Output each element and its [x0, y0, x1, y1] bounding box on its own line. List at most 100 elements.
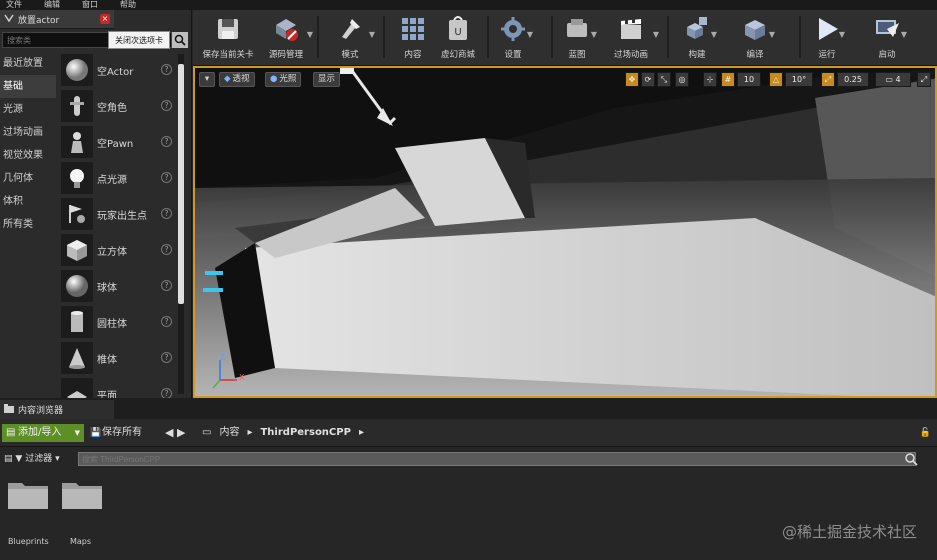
help-icon[interactable]: ?	[161, 64, 172, 75]
history-nav: ◀ ▶	[165, 424, 185, 442]
dropdown-arrow-icon[interactable]: ▼	[769, 30, 775, 39]
scrollbar-thumb[interactable]	[178, 64, 184, 304]
rotation-snap-icon[interactable]: △	[769, 72, 783, 87]
content-button[interactable]: 内容	[393, 12, 433, 62]
asset-search-input[interactable]	[78, 452, 916, 466]
dropdown-arrow-icon[interactable]: ▼	[839, 30, 845, 39]
folder-icon	[62, 483, 102, 509]
breadcrumb: ▭ 内容 ▸ ThirdPersonCPP ▸	[202, 424, 364, 442]
build-button[interactable]: 构建 ▼	[679, 12, 717, 62]
actor-item-sphere[interactable]: 球体?	[58, 268, 176, 304]
dropdown-arrow-icon[interactable]: ▼	[653, 30, 659, 39]
help-icon[interactable]: ?	[161, 172, 172, 183]
place-actor-tab[interactable]: 放置actor ×	[0, 10, 114, 29]
grid-snap-value[interactable]: 10	[737, 72, 761, 87]
help-icon[interactable]: ?	[161, 136, 172, 147]
back-arrow-icon[interactable]: ◀	[165, 426, 173, 439]
marketplace-button[interactable]: U 虚幻商城	[435, 12, 481, 62]
lock-icon[interactable]: 🔓	[920, 428, 931, 438]
folder-item-maps[interactable]: Maps	[60, 477, 106, 546]
folder-item-blueprints[interactable]: Blueprints	[6, 477, 52, 546]
actor-item-plane[interactable]: 平面?	[58, 376, 176, 398]
level-viewport[interactable]: Z X ▾ ◆ 透视 ● 光照 显示 ✥ ⟳ ⤡ ◎ ⊹ # 10 △ 10° ⤢ …	[193, 66, 937, 398]
actor-item-cone[interactable]: 椎体?	[58, 340, 176, 376]
breadcrumb-content[interactable]: 内容	[219, 424, 239, 442]
actor-item-empty-character[interactable]: 空角色?	[58, 88, 176, 124]
breadcrumb-separator-icon[interactable]: ▸	[359, 424, 364, 442]
forward-arrow-icon[interactable]: ▶	[177, 426, 185, 439]
actor-item-player-start[interactable]: 玩家出生点?	[58, 196, 176, 232]
dropdown-arrow-icon[interactable]: ▼	[307, 30, 313, 39]
blueprints-button[interactable]: 蓝图 ▼	[559, 12, 597, 62]
category-volumes[interactable]: 体积	[0, 190, 56, 213]
actor-item-cube[interactable]: 立方体?	[58, 232, 176, 268]
scale-snap-icon[interactable]: ⤢	[821, 72, 835, 87]
category-visual-effects[interactable]: 视觉效果	[0, 144, 56, 167]
save-all-button[interactable]: 💾 保存所有	[90, 424, 142, 442]
help-icon[interactable]: ?	[161, 208, 172, 219]
actor-item-empty-actor[interactable]: 空Actor?	[58, 52, 176, 88]
filters-button[interactable]: ▤ ▼ 过滤器 ▾	[4, 452, 60, 466]
save-level-button[interactable]: 保存当前关卡	[197, 12, 259, 62]
help-icon[interactable]: ?	[161, 244, 172, 255]
content-browser-tab[interactable]: 内容浏览器	[0, 400, 114, 419]
sources-toggle-icon[interactable]: ▤	[4, 454, 13, 464]
place-actor-icon	[4, 13, 14, 26]
show-button[interactable]: 显示	[313, 72, 341, 87]
category-basic[interactable]: 基础	[0, 75, 56, 98]
rotate-icon[interactable]: ⟳	[641, 72, 655, 87]
help-icon[interactable]: ?	[161, 316, 172, 327]
play-button[interactable]: 运行 ▼	[811, 12, 845, 62]
coordinate-system-icon[interactable]: ◎	[675, 72, 689, 87]
rotation-snap-value[interactable]: 10°	[785, 72, 813, 87]
surface-snap-icon[interactable]: ⊹	[703, 72, 717, 87]
perspective-button[interactable]: ◆ 透视	[219, 72, 255, 87]
cinematics-button[interactable]: 过场动画 ▼	[605, 12, 659, 62]
close-tab-icon[interactable]: ×	[100, 14, 110, 24]
dropdown-arrow-icon[interactable]: ▼	[527, 30, 533, 39]
actor-list-scrollbar[interactable]	[178, 54, 184, 394]
viewport-options-button[interactable]: ▾	[199, 72, 215, 87]
actor-item-point-light[interactable]: 点光源?	[58, 160, 176, 196]
help-icon[interactable]: ?	[161, 100, 172, 111]
search-icon[interactable]	[172, 32, 188, 48]
modes-button[interactable]: 模式 ▼	[327, 12, 375, 62]
scale-icon[interactable]: ⤡	[657, 72, 671, 87]
settings-button[interactable]: 设置 ▼	[495, 12, 533, 62]
category-cinematic[interactable]: 过场动画	[0, 121, 56, 144]
category-lights[interactable]: 光源	[0, 98, 56, 121]
actor-item-empty-pawn[interactable]: 空Pawn?	[58, 124, 176, 160]
launch-button[interactable]: 启动 ▼	[869, 12, 907, 62]
menu-help[interactable]: 帮助	[120, 0, 136, 10]
maximize-viewport-icon[interactable]: ⤢	[917, 72, 931, 87]
breadcrumb-thirdpersoncpp[interactable]: ThirdPersonCPP	[260, 424, 350, 442]
compile-button[interactable]: 编译 ▼	[737, 12, 775, 62]
category-all-classes[interactable]: 所有类	[0, 213, 56, 236]
dropdown-arrow-icon[interactable]: ▼	[591, 30, 597, 39]
help-icon[interactable]: ?	[161, 280, 172, 291]
dropdown-arrow-icon[interactable]: ▼	[711, 30, 717, 39]
translate-icon[interactable]: ✥	[625, 72, 639, 87]
menu-edit[interactable]: 编辑	[44, 0, 60, 10]
grid-snap-icon[interactable]: #	[721, 72, 735, 87]
dropdown-arrow-icon[interactable]: ▼	[901, 30, 907, 39]
search-icon[interactable]	[904, 452, 918, 466]
modes-icon	[335, 14, 365, 44]
help-icon[interactable]: ?	[161, 388, 172, 398]
actor-item-cylinder[interactable]: 圆柱体?	[58, 304, 176, 340]
category-recent[interactable]: 最近放置	[0, 52, 56, 75]
scale-snap-value[interactable]: 0.25	[837, 72, 869, 87]
viewport-scene	[195, 68, 935, 396]
play-icon	[812, 14, 842, 44]
category-geometry[interactable]: 几何体	[0, 167, 56, 190]
lit-mode-button[interactable]: ● 光照	[265, 72, 302, 87]
help-icon[interactable]: ?	[161, 352, 172, 363]
menu-window[interactable]: 窗口	[82, 0, 98, 10]
add-import-button[interactable]: ▤ 添加/导入 ▼	[2, 424, 84, 442]
actor-list: 空Actor? 空角色? 空Pawn? 点光源? 玩家出生点? 立方体? 球体?	[58, 52, 176, 398]
menu-file[interactable]: 文件	[6, 0, 22, 10]
light-bulb-icon	[61, 162, 93, 194]
dropdown-arrow-icon[interactable]: ▼	[369, 30, 375, 39]
camera-speed-button[interactable]: ▭ 4	[875, 72, 911, 87]
source-control-button[interactable]: 源码管理 ▼	[261, 12, 313, 62]
